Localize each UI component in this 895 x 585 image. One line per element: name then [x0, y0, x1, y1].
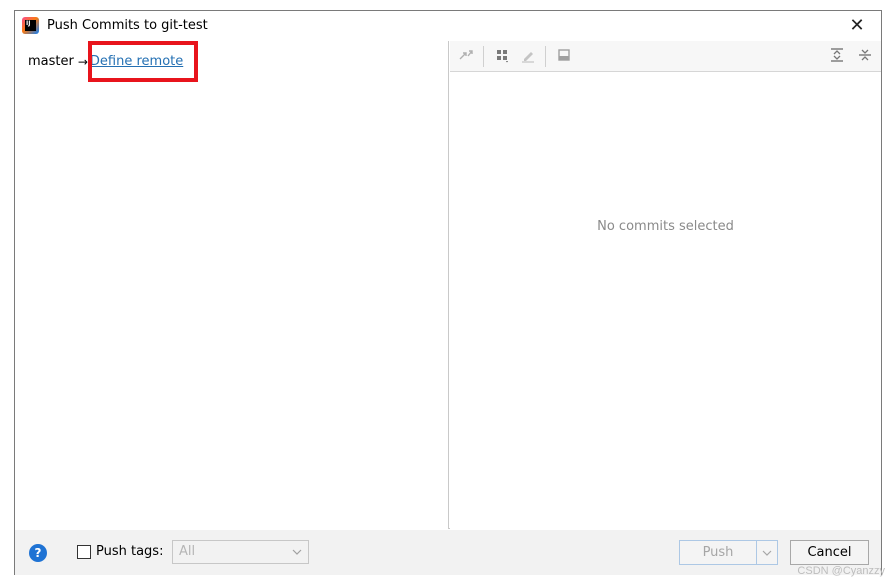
pull-arrows-icon[interactable]	[456, 47, 476, 67]
dialog-footer: ? Push tags: All Push Cancel	[15, 530, 881, 575]
push-tags-option[interactable]: Push tags:	[77, 544, 163, 559]
expand-all-icon[interactable]	[827, 47, 847, 67]
tags-select-value: All	[179, 544, 196, 559]
collapse-all-icon[interactable]	[855, 47, 875, 67]
push-button[interactable]: Push	[680, 541, 757, 564]
push-commits-dialog: IJ Push Commits to git-test ✕ master → D…	[14, 10, 882, 575]
panel-icon[interactable]	[554, 47, 574, 67]
dialog-content: master → Define remote No commits select…	[15, 41, 881, 529]
commit-toolbar	[450, 41, 881, 72]
group-grid-icon[interactable]	[492, 47, 512, 67]
cancel-button[interactable]: Cancel	[790, 540, 869, 565]
branch-name: master	[28, 54, 74, 69]
help-icon[interactable]: ?	[29, 544, 47, 562]
dialog-title: Push Commits to git-test	[47, 18, 208, 33]
push-split-button[interactable]: Push	[679, 540, 778, 565]
branch-pane: master → Define remote	[15, 41, 449, 529]
push-tags-checkbox[interactable]	[77, 544, 91, 559]
edit-pencil-icon[interactable]	[518, 47, 538, 67]
tags-select[interactable]: All	[172, 540, 309, 564]
commit-details-pane: No commits selected	[450, 41, 881, 529]
intellij-app-icon: IJ	[22, 17, 39, 34]
close-icon[interactable]: ✕	[845, 14, 869, 38]
arrow-right-icon: →	[77, 54, 88, 69]
no-commits-text: No commits selected	[597, 219, 734, 234]
toolbar-separator	[483, 46, 484, 67]
watermark: CSDN @Cyanzzy	[797, 565, 885, 577]
chevron-down-icon	[292, 541, 302, 571]
titlebar: IJ Push Commits to git-test ✕	[15, 11, 881, 41]
push-dropdown-chevron-icon[interactable]	[756, 541, 777, 564]
toolbar-separator	[545, 46, 546, 67]
highlight-annotation	[88, 41, 198, 82]
push-tags-label: Push tags:	[96, 544, 164, 559]
